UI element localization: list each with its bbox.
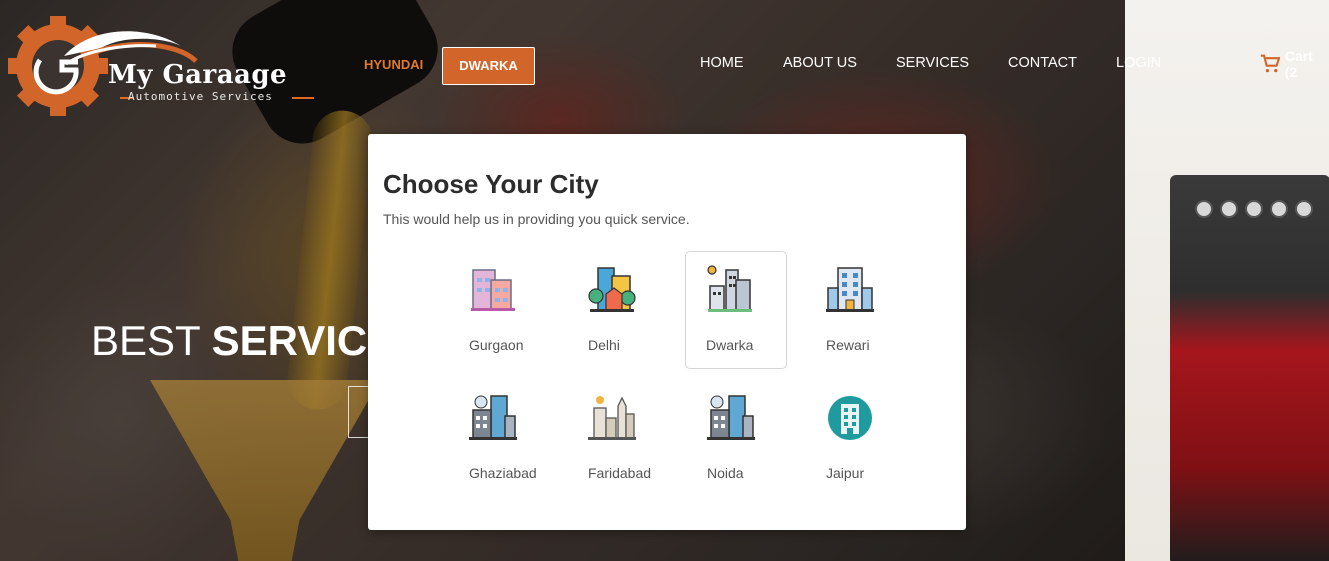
brand-tagline: Automotive Services (128, 90, 273, 103)
hero-title: BEST SERVIC (91, 317, 367, 365)
delhi-icon (588, 267, 636, 312)
city-option-gurgaon[interactable]: Gurgaon (449, 252, 551, 370)
tagline-line-right (292, 97, 314, 99)
rewari-icon (826, 267, 874, 312)
car-brand-selection[interactable]: HYUNDAI (364, 57, 423, 72)
cart-label: Cart (2 (1284, 48, 1313, 80)
city-option-faridabad[interactable]: Faridabad (568, 380, 670, 498)
city-option-rewari[interactable]: Rewari (806, 252, 908, 370)
city-name: Jaipur (826, 465, 865, 481)
city-name: Rewari (826, 337, 870, 353)
modal-subtitle: This would help us in providing you quic… (383, 211, 690, 227)
city-name: Noida (707, 465, 744, 481)
cart-button[interactable]: Cart (2 (1260, 48, 1329, 80)
city-option-jaipur[interactable]: Jaipur (806, 380, 908, 498)
modal-title: Choose Your City (383, 169, 599, 199)
jaipur-icon (828, 396, 872, 440)
city-name: Faridabad (588, 465, 652, 481)
nav-home[interactable]: HOME (700, 55, 744, 71)
city-option-delhi[interactable]: Delhi (568, 252, 670, 370)
noida-icon (707, 395, 755, 440)
dwarka-icon (707, 265, 752, 312)
brand-name: My Garaage (108, 60, 288, 90)
gurgaon-icon (471, 269, 515, 311)
cart-icon (1260, 54, 1280, 73)
city-name: Delhi (588, 337, 620, 353)
nav-contact[interactable]: CONTACT (1008, 55, 1077, 71)
nav-services[interactable]: SERVICES (896, 55, 969, 71)
city-name: Dwarka (706, 337, 754, 353)
city-option-ghaziabad[interactable]: Ghaziabad (449, 380, 551, 498)
city-option-dwarka[interactable]: Dwarka (685, 251, 787, 369)
city-name: Ghaziabad (469, 465, 537, 481)
right-background-image (1125, 0, 1329, 561)
ghaziabad-icon (469, 395, 517, 440)
nav-about-us[interactable]: ABOUT US (783, 55, 857, 71)
city-name: Gurgaon (469, 337, 524, 353)
city-selection-modal: Choose Your City This would help us in p… (368, 134, 966, 530)
city-option-noida[interactable]: Noida (687, 380, 789, 498)
city-select-button[interactable]: DWARKA (442, 47, 535, 85)
nav-login[interactable]: LOGIN (1116, 55, 1161, 71)
hero-title-regular: BEST (91, 317, 212, 364)
faridabad-icon (588, 396, 636, 440)
hero-title-bold: SERVIC (211, 317, 368, 364)
